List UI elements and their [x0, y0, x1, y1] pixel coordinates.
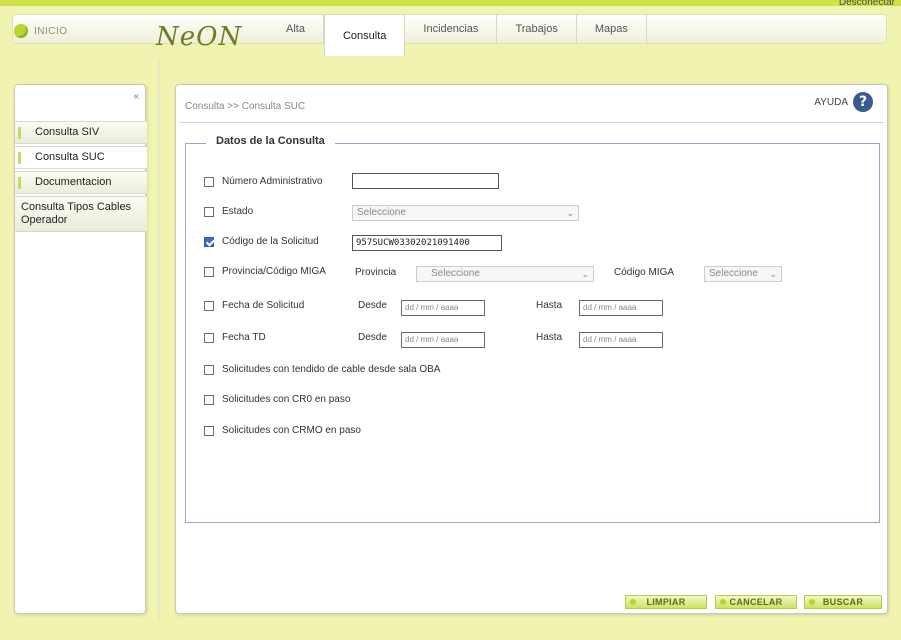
button-dot-icon	[630, 599, 636, 605]
sidebar-item-label: Documentacion	[35, 176, 112, 188]
row-fecha-solicitud: Fecha de Solicitud	[204, 300, 304, 311]
numero-administrativo-input[interactable]	[352, 173, 499, 189]
codigo-solicitud-checkbox[interactable]	[204, 236, 214, 247]
row-fecha-td: Fecha TD	[204, 332, 266, 343]
sidebar-item-label: Consulta Tipos Cables Operador	[21, 201, 132, 226]
fecha-td-hasta-input[interactable]: dd / mm / aaaa	[579, 332, 663, 348]
main-tabs: Alta Consulta Incidencias Trabajos Mapas	[268, 14, 647, 56]
row-cr0: Solicitudes con CR0 en paso	[204, 394, 350, 405]
provincia-select-value: Seleccione	[431, 268, 480, 279]
provincia-label: Provincia	[355, 267, 397, 278]
estado-label: Estado	[222, 206, 254, 217]
fecha-td-checkbox[interactable]	[204, 332, 214, 343]
provincia-select[interactable]: Seleccione ⌄	[416, 266, 594, 282]
panel-divider	[158, 60, 160, 620]
tab-alta[interactable]: Alta	[268, 14, 324, 44]
fecha-solicitud-hasta-label: Hasta	[536, 300, 563, 311]
cancelar-label: CANCELAR	[729, 597, 783, 607]
chevron-down-icon: ⌄	[769, 269, 777, 279]
main-panel: Consulta >> Consulta SUC AYUDA ? Datos d…	[175, 84, 888, 614]
row-estado: Estado	[204, 206, 253, 217]
buscar-label: BUSCAR	[822, 597, 864, 607]
fecha-td-desde-label: Desde	[358, 332, 387, 343]
sidebar-item-documentacion[interactable]: Documentacion	[15, 171, 147, 194]
fecha-solicitud-hasta-input[interactable]: dd / mm / aaaa	[579, 300, 663, 316]
codigo-solicitud-input[interactable]: 957SUCW03302021091400	[352, 235, 502, 251]
numero-administrativo-label: Número Administrativo	[222, 176, 323, 187]
fecha-solicitud-desde-input[interactable]: dd / mm / aaaa	[401, 300, 485, 316]
sidebar-item-consulta-tipos-cables[interactable]: Consulta Tipos Cables Operador	[15, 196, 147, 232]
tab-mapas[interactable]: Mapas	[577, 14, 647, 44]
app-logo: NeON	[156, 22, 243, 52]
row-numero-administrativo: Número Administrativo	[204, 176, 323, 187]
codigo-miga-label: Código MIGA	[614, 267, 675, 278]
provincia-miga-checkbox[interactable]	[204, 266, 214, 277]
help-button[interactable]: AYUDA ?	[814, 92, 873, 112]
item-marker-icon	[18, 127, 21, 139]
tab-consulta[interactable]: Consulta	[323, 14, 406, 56]
button-dot-icon	[720, 599, 726, 605]
cancelar-button[interactable]: CANCELAR	[715, 595, 797, 609]
fieldset-legend: Datos de la Consulta	[206, 135, 335, 147]
row-codigo-solicitud: Código de la Solicitud	[204, 236, 319, 247]
row-tendido-oba: Solicitudes con tendido de cable desde s…	[204, 364, 440, 375]
sidebar-item-consulta-siv[interactable]: Consulta SIV	[15, 121, 147, 144]
crmo-checkbox[interactable]	[204, 425, 214, 436]
row-provincia-miga: Provincia/Código MIGA	[204, 266, 326, 277]
sidebar-item-label: Consulta SIV	[35, 126, 100, 138]
provincia-miga-label: Provincia/Código MIGA	[222, 266, 326, 277]
button-dot-icon	[809, 599, 815, 605]
fecha-solicitud-checkbox[interactable]	[204, 300, 214, 311]
limpiar-label: LIMPIAR	[646, 597, 686, 607]
item-marker-icon	[18, 177, 21, 189]
sidebar-item-label: Consulta SUC	[35, 151, 105, 163]
sidebar-nav: Consulta SIV Consulta SUC Documentacion …	[15, 121, 147, 234]
estado-select[interactable]: Seleccione ⌄	[352, 205, 579, 221]
home-icon	[14, 24, 28, 38]
breadcrumb: Consulta >> Consulta SUC	[185, 101, 306, 112]
chevron-down-icon: ⌄	[566, 208, 574, 218]
query-fieldset: Datos de la Consulta Número Administrati…	[185, 135, 880, 523]
fecha-td-hasta-label: Hasta	[536, 332, 563, 343]
collapse-icon[interactable]: «	[133, 91, 139, 102]
codigo-miga-select[interactable]: Seleccione ⌄	[704, 266, 782, 282]
limpiar-button[interactable]: LIMPIAR	[625, 595, 707, 609]
sidebar: « Consulta SIV Consulta SUC Documentacio…	[14, 84, 147, 614]
crmo-label: Solicitudes con CRMO en paso	[222, 425, 361, 436]
inicio-button[interactable]: INICIO	[14, 20, 94, 42]
row-crmo: Solicitudes con CRMO en paso	[204, 425, 361, 436]
tab-trabajos[interactable]: Trabajos	[497, 14, 577, 44]
cr0-label: Solicitudes con CR0 en paso	[222, 394, 351, 405]
fecha-solicitud-desde-label: Desde	[358, 300, 387, 311]
tab-incidencias[interactable]: Incidencias	[405, 14, 498, 44]
estado-checkbox[interactable]	[204, 206, 214, 217]
top-accent-strip	[0, 0, 901, 6]
header-divider	[179, 122, 884, 123]
sidebar-item-consulta-suc[interactable]: Consulta SUC	[15, 146, 147, 169]
estado-select-value: Seleccione	[357, 207, 406, 218]
fecha-td-desde-input[interactable]: dd / mm / aaaa	[401, 332, 485, 348]
help-icon: ?	[853, 92, 873, 112]
inicio-label: INICIO	[34, 25, 68, 37]
cr0-checkbox[interactable]	[204, 394, 214, 405]
codigo-miga-select-value: Seleccione	[709, 268, 758, 279]
buscar-button[interactable]: BUSCAR	[804, 595, 882, 609]
codigo-solicitud-label: Código de la Solicitud	[222, 236, 319, 247]
item-marker-icon	[18, 152, 21, 164]
fecha-td-label: Fecha TD	[222, 332, 266, 343]
numero-administrativo-checkbox[interactable]	[204, 176, 214, 187]
help-label: AYUDA	[814, 96, 848, 108]
disconnect-link[interactable]: Desconectar	[839, 0, 895, 8]
fecha-solicitud-label: Fecha de Solicitud	[222, 300, 305, 311]
tendido-oba-label: Solicitudes con tendido de cable desde s…	[222, 364, 441, 375]
chevron-down-icon: ⌄	[581, 269, 589, 279]
tendido-oba-checkbox[interactable]	[204, 364, 214, 375]
